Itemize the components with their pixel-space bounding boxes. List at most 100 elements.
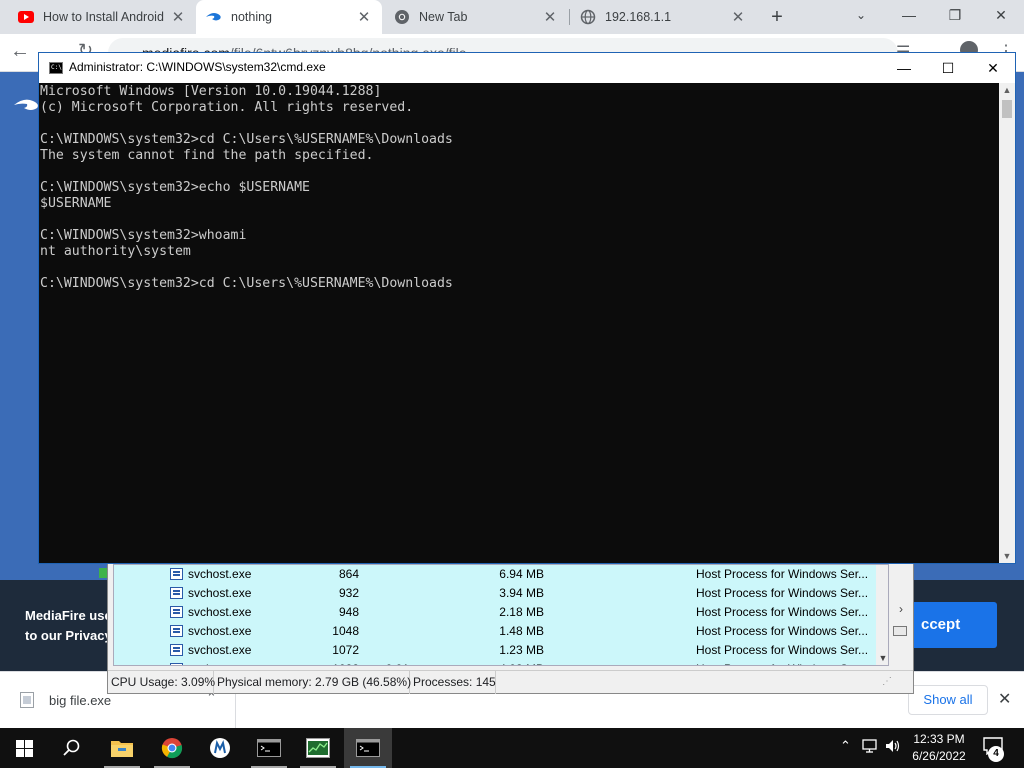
- table-row[interactable]: svchost.exe 932 3.94 MB Host Process for Wi…: [114, 584, 874, 603]
- app-icon[interactable]: [196, 728, 244, 768]
- cmd-title-bar[interactable]: C:\ Administrator: C:\WINDOWS\system32\c…: [39, 53, 1015, 83]
- cmd-icon: C:\: [49, 62, 63, 74]
- table-row[interactable]: svchost.exe 1072 1.23 MB Host Process for W…: [114, 641, 874, 660]
- search-icon[interactable]: [48, 728, 96, 768]
- chevron-right-icon[interactable]: ›: [899, 602, 903, 616]
- process-count-status: Processes: 145: [410, 671, 496, 694]
- tab-title: 192.168.1.1: [605, 10, 672, 24]
- process-description: Host Process for Windows Ser...: [696, 567, 869, 581]
- table-row[interactable]: svchost.exe 948 2.18 MB Host Process for Wi…: [114, 603, 874, 622]
- scroll-down-icon[interactable]: ▼: [876, 653, 888, 663]
- process-memory: 4.03 MB: [474, 662, 544, 665]
- scroll-down-icon[interactable]: ▼: [999, 551, 1015, 561]
- browser-tab-strip: How to Install Android ✕ nothing ✕ New T…: [0, 0, 1024, 34]
- scroll-up-icon[interactable]: ▲: [999, 85, 1015, 95]
- process-description: Host Process for Windows Ser...: [696, 643, 869, 657]
- file-explorer-icon[interactable]: [98, 728, 146, 768]
- process-description: Host Process for Windows Ser...: [696, 624, 869, 638]
- accept-cookies-button[interactable]: ccept: [909, 602, 997, 648]
- windows-start-icon[interactable]: [0, 728, 48, 768]
- tab-nothing[interactable]: nothing ✕: [196, 0, 382, 34]
- tab-title: New Tab: [419, 10, 468, 24]
- tab-search-icon[interactable]: ⌄: [838, 0, 884, 30]
- cookie-text: MediaFire use to our Privacy: [25, 606, 110, 646]
- process-list-scrollbar[interactable]: ▼: [876, 565, 888, 665]
- process-description: Host Process for Windows Ser...: [696, 586, 869, 600]
- chevron-up-icon[interactable]: ⌃: [840, 738, 851, 754]
- tab-new-tab[interactable]: New Tab ✕: [384, 0, 568, 34]
- download-file-name: big file.exe: [49, 693, 112, 708]
- clock[interactable]: 12:33 PM 6/26/2022: [902, 731, 976, 765]
- chrome-icon[interactable]: [148, 728, 196, 768]
- network-icon[interactable]: [862, 738, 880, 757]
- scroll-thumb[interactable]: [1002, 100, 1012, 118]
- table-row[interactable]: svchost.exe 1088 0.01 4.03 MB Host Process f…: [114, 660, 874, 665]
- cpu-usage-status: CPU Usage: 3.09%: [108, 671, 215, 694]
- new-tab-button[interactable]: +: [765, 5, 789, 29]
- process-icon: [170, 644, 183, 656]
- cmd-window-title: Administrator: C:\WINDOWS\system32\cmd.e…: [69, 60, 326, 74]
- clock-time: 12:33 PM: [913, 732, 965, 746]
- windows-taskbar: ⌃ 12:33 PM 6/26/2022 4: [0, 728, 1024, 768]
- process-cpu: 0.01: [369, 662, 409, 665]
- show-all-button[interactable]: Show all: [908, 685, 988, 715]
- process-list[interactable]: svchost.exe 864 6.94 MB Host Process for Wi…: [113, 564, 889, 666]
- cmd-console-output[interactable]: Microsoft Windows [Version 10.0.19044.12…: [40, 83, 998, 563]
- close-icon[interactable]: ✕: [998, 689, 1011, 709]
- cmd-taskbar-icon[interactable]: [245, 728, 293, 768]
- console-line: (c) Microsoft Corporation. All rights re…: [40, 100, 414, 115]
- tab-close-icon[interactable]: ✕: [542, 8, 558, 26]
- tab-close-icon[interactable]: ✕: [356, 8, 372, 26]
- maximize-icon[interactable]: ☐: [925, 53, 971, 83]
- process-memory: 3.94 MB: [499, 586, 544, 600]
- back-arrow-icon[interactable]: ←: [10, 40, 30, 63]
- console-line: Microsoft Windows [Version 10.0.19044.12…: [40, 84, 382, 99]
- cookie-text-line: to our Privacy: [25, 628, 110, 643]
- volume-icon[interactable]: [884, 738, 902, 757]
- close-icon[interactable]: ✕: [970, 53, 1016, 83]
- cmd-scrollbar[interactable]: ▲ ▼: [999, 83, 1015, 563]
- notification-count-badge: 4: [988, 746, 1004, 762]
- tab-close-icon[interactable]: ✕: [730, 8, 746, 26]
- tab-title: nothing: [231, 10, 273, 24]
- resize-grip-icon[interactable]: ⋰: [882, 676, 892, 687]
- chrome-icon: [394, 9, 410, 25]
- task-manager-icon[interactable]: [294, 728, 342, 768]
- process-memory: 1.48 MB: [499, 624, 544, 638]
- console-line: C:\WINDOWS\system32>cd C:\Users\%USERNAM…: [40, 132, 453, 147]
- process-memory: 6.94 MB: [499, 567, 544, 581]
- process-pid: 932: [338, 586, 359, 600]
- cookie-text-line: MediaFire use: [25, 608, 110, 623]
- minimize-icon[interactable]: —: [881, 53, 927, 83]
- process-memory: 2.18 MB: [499, 605, 544, 619]
- tab-router[interactable]: 192.168.1.1 ✕: [570, 0, 756, 34]
- cmd-active-taskbar-icon[interactable]: [344, 728, 392, 768]
- mediafire-logo: [14, 99, 38, 110]
- minimize-icon[interactable]: —: [886, 0, 932, 30]
- globe-icon: [580, 9, 596, 25]
- process-icon: [170, 606, 183, 618]
- window-thumbnail-icon: [893, 626, 907, 636]
- console-line: $USERNAME: [40, 196, 112, 211]
- restore-icon[interactable]: ❐: [932, 0, 978, 30]
- process-icon: [170, 663, 183, 665]
- console-line: C:\WINDOWS\system32>cd C:\Users\%USERNAM…: [40, 276, 453, 291]
- youtube-icon: [18, 9, 34, 25]
- tab-title: How to Install Android: [43, 10, 164, 24]
- process-description: Host Process for Windows Ser...: [696, 605, 869, 619]
- process-icon: [170, 625, 183, 637]
- table-row[interactable]: svchost.exe 1048 1.48 MB Host Process for W…: [114, 622, 874, 641]
- close-icon[interactable]: ✕: [978, 0, 1024, 30]
- console-line: C:\WINDOWS\system32>echo $USERNAME: [40, 180, 310, 195]
- clock-date: 6/26/2022: [912, 749, 966, 763]
- task-manager-window: svchost.exe 864 6.94 MB Host Process for Wi…: [107, 555, 914, 694]
- tab-how-to-install[interactable]: How to Install Android ✕: [8, 0, 196, 34]
- process-pid: 864: [338, 567, 359, 581]
- mediafire-icon: [206, 9, 222, 25]
- process-name: svchost.exe: [188, 605, 252, 619]
- process-pid: 948: [338, 605, 359, 619]
- tab-close-icon[interactable]: ✕: [170, 8, 186, 26]
- table-row[interactable]: svchost.exe 864 6.94 MB Host Process for Wi…: [114, 565, 874, 584]
- process-pid: 1088: [294, 662, 359, 665]
